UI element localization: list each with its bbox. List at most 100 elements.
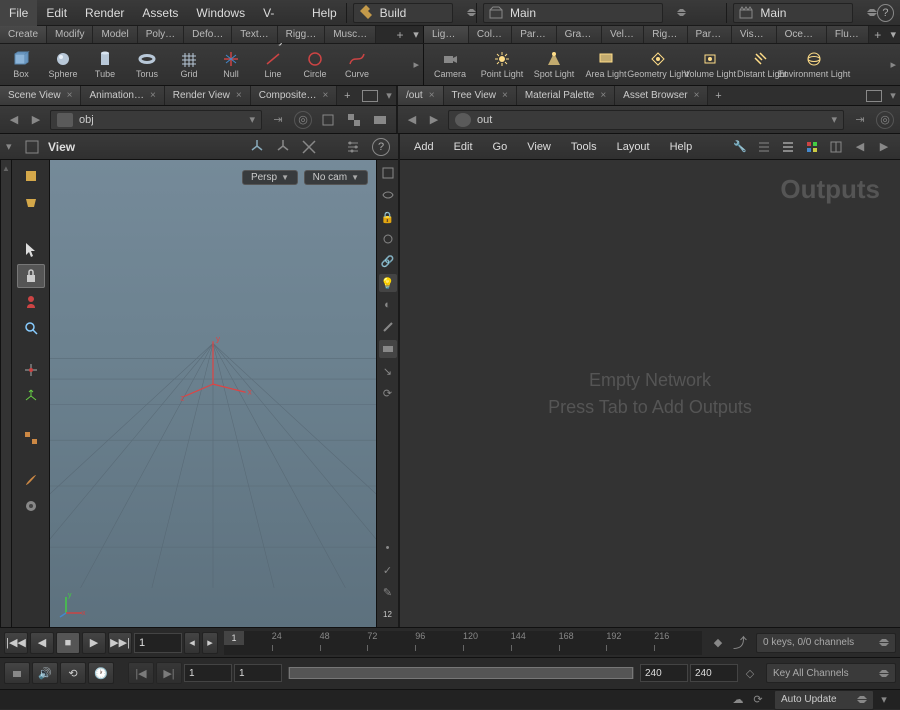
shelf-tab-create[interactable]: Create: [0, 26, 47, 43]
close-icon[interactable]: ×: [150, 86, 156, 106]
display-opt-icon[interactable]: [379, 164, 397, 182]
menu-windows[interactable]: Windows: [187, 0, 254, 26]
shelf-tab-grains[interactable]: Grains: [557, 26, 602, 43]
close-icon[interactable]: ×: [323, 86, 329, 106]
shelf-add-button[interactable]: +: [391, 26, 409, 43]
take-selector[interactable]: Main: [483, 3, 663, 23]
refresh-icon[interactable]: ⟳: [748, 690, 768, 710]
range-start-field[interactable]: [184, 664, 232, 682]
xray-icon[interactable]: [379, 186, 397, 204]
range-out-field[interactable]: [640, 664, 688, 682]
close-icon[interactable]: ×: [236, 86, 242, 106]
settings-icon[interactable]: [344, 138, 362, 156]
tool-vollight[interactable]: Volume Light: [684, 48, 736, 81]
tool-line[interactable]: Line: [252, 48, 294, 81]
add-pane-tab-r[interactable]: +: [708, 86, 728, 105]
tool-box[interactable]: Box: [0, 48, 42, 81]
shelf-add-button-r[interactable]: +: [869, 26, 886, 43]
tab-animation[interactable]: Animation…×: [81, 86, 164, 105]
agent-tool[interactable]: [17, 290, 45, 314]
path-selector[interactable]: obj ▾: [50, 110, 262, 130]
maximize-pane-icon-r[interactable]: [866, 90, 882, 102]
shelf-tab-viscous[interactable]: Visc…: [732, 26, 777, 43]
net-menu-tools[interactable]: Tools: [563, 141, 605, 153]
viewport-help-icon[interactable]: ?: [372, 138, 390, 156]
net-menu-layout[interactable]: Layout: [609, 141, 658, 153]
brush-tool[interactable]: [17, 468, 45, 492]
menu-file[interactable]: File: [0, 0, 37, 26]
step-next-key[interactable]: ▸: [202, 632, 218, 654]
shelf-tab-rigging[interactable]: Rigg…: [278, 26, 326, 43]
jump-icon[interactable]: ⤴: [730, 633, 750, 653]
menu-help[interactable]: Help: [303, 0, 346, 26]
tab-composite[interactable]: Composite…×: [251, 86, 338, 105]
lock-icon[interactable]: 🔒: [379, 208, 397, 226]
key-all-dropdown[interactable]: Key All Channels: [766, 663, 896, 683]
play-button[interactable]: ▶: [82, 632, 106, 654]
add-pane-tab[interactable]: +: [337, 86, 357, 105]
snap-icon-2[interactable]: [344, 110, 364, 130]
net-menu-add[interactable]: Add: [406, 141, 442, 153]
tool-tube[interactable]: Tube: [84, 48, 126, 81]
viewport-scrollbar[interactable]: ▲: [0, 160, 12, 627]
pane-menu-icon-r[interactable]: ▾: [886, 86, 900, 105]
param-icon[interactable]: [826, 137, 846, 157]
net-menu-view[interactable]: View: [519, 141, 559, 153]
tool-pointlight[interactable]: Point Light: [476, 48, 528, 81]
range-slider[interactable]: [288, 667, 634, 679]
camera-mask-icon[interactable]: [379, 340, 397, 358]
net-menu-edit[interactable]: Edit: [446, 141, 481, 153]
snap-tool[interactable]: [17, 426, 45, 450]
target-icon[interactable]: ◎: [294, 111, 312, 129]
range-end-field[interactable]: [690, 664, 738, 682]
close-icon[interactable]: ×: [600, 86, 606, 106]
point-icon[interactable]: •: [379, 539, 397, 557]
desktop-selector[interactable]: Build: [353, 3, 453, 23]
target-icon-r[interactable]: ◎: [876, 111, 894, 129]
menu-render[interactable]: Render: [76, 0, 133, 26]
cloud-icon[interactable]: ☁: [728, 690, 748, 710]
net-menu-help[interactable]: Help: [662, 141, 701, 153]
network-canvas[interactable]: Outputs Empty Network Press Tab to Add O…: [400, 160, 900, 627]
shelf-tab-fluids[interactable]: Flui…: [827, 26, 869, 43]
maximize-pane-icon[interactable]: [362, 90, 378, 102]
tool-circle[interactable]: Circle: [294, 48, 336, 81]
frame-12-icon[interactable]: 12: [379, 605, 397, 623]
select-face-tool[interactable]: [17, 164, 45, 188]
tool-torus[interactable]: Torus: [126, 48, 168, 81]
shelf-tab-texture[interactable]: Text…: [232, 26, 277, 43]
viewport-layout-icon[interactable]: [24, 139, 40, 155]
nav-forward-icon[interactable]: ▶: [28, 112, 44, 128]
shelf-tab-collisions[interactable]: Coll…: [469, 26, 512, 43]
keyframe-icon[interactable]: ◆: [708, 633, 728, 653]
tool-geolight[interactable]: Geometry Light: [632, 48, 684, 81]
take-selector-2[interactable]: Main: [733, 3, 853, 23]
clock-toggle[interactable]: 🕐: [88, 662, 114, 684]
checkmark-icon[interactable]: ✓: [379, 561, 397, 579]
shelf-scroll-icon-r[interactable]: ▸: [886, 58, 900, 71]
axis-tool[interactable]: [17, 384, 45, 408]
shelf-tab-rigid[interactable]: Rigi…: [644, 26, 687, 43]
nav-forward-icon-r[interactable]: ▶: [426, 112, 442, 128]
net-menu-go[interactable]: Go: [485, 141, 516, 153]
select-edge-tool[interactable]: [17, 190, 45, 214]
tab-material-palette[interactable]: Material Palette×: [517, 86, 615, 105]
realtime-toggle[interactable]: [4, 662, 30, 684]
orient-tool[interactable]: [17, 358, 45, 382]
wrench-icon[interactable]: 🔧: [730, 137, 750, 157]
light-icon[interactable]: 💡: [379, 274, 397, 292]
shelf-tab-poly[interactable]: Poly…: [138, 26, 184, 43]
grid-view-icon[interactable]: [802, 137, 822, 157]
shelf-tab-muscles[interactable]: Musc…: [325, 26, 376, 43]
inspect-tool[interactable]: [17, 316, 45, 340]
render-tool[interactable]: [17, 494, 45, 518]
shelf-scroll-icon[interactable]: ▸: [409, 58, 423, 71]
pane-menu-icon[interactable]: ▾: [382, 86, 396, 105]
shelf-dropdown-icon-r[interactable]: ▾: [886, 26, 900, 43]
display-icon[interactable]: [370, 110, 390, 130]
close-icon[interactable]: ×: [429, 86, 435, 106]
tool-null[interactable]: Null: [210, 48, 252, 81]
shelf-dropdown-icon[interactable]: ▾: [409, 26, 423, 43]
pin-icon[interactable]: ⇥: [268, 110, 288, 130]
close-icon[interactable]: ×: [502, 86, 508, 106]
